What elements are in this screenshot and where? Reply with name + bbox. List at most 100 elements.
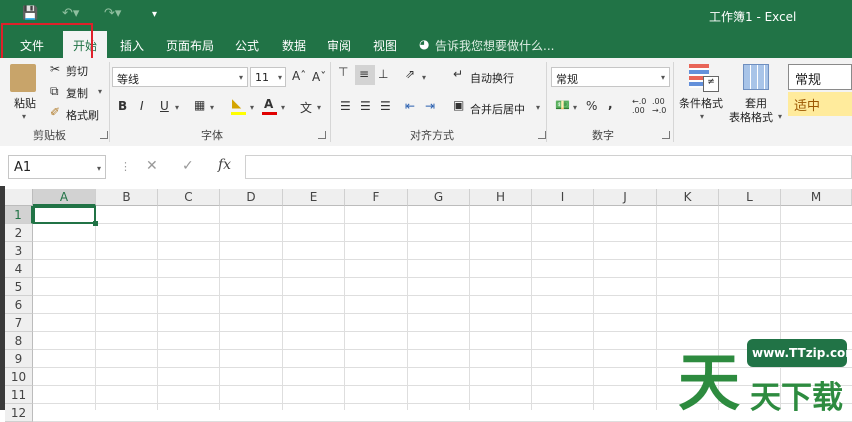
column-header[interactable]: M xyxy=(781,189,852,206)
align-middle-button[interactable]: ≡ xyxy=(355,65,375,85)
tell-me-box[interactable]: 告诉我您想要做什么... xyxy=(435,37,554,54)
tab-formulas[interactable]: 公式 xyxy=(235,37,259,54)
orientation-dropdown-icon[interactable]: ▾ xyxy=(422,73,426,82)
row-header[interactable]: 8 xyxy=(5,332,33,350)
clipboard-launcher-icon[interactable] xyxy=(100,131,108,139)
font-color-dropdown-icon[interactable]: ▾ xyxy=(281,103,285,112)
table-format-button[interactable]: 表格格式 xyxy=(729,109,773,125)
font-size-combo[interactable]: 11 ▾ xyxy=(250,67,286,87)
merge-dropdown-icon[interactable]: ▾ xyxy=(536,103,540,112)
row-header[interactable]: 4 xyxy=(5,260,33,278)
bold-button[interactable]: B xyxy=(118,99,127,113)
select-all-button[interactable] xyxy=(5,189,33,206)
increase-indent-icon[interactable]: ⇥ xyxy=(425,99,435,113)
insert-function-icon[interactable]: fx xyxy=(218,157,231,173)
row-header[interactable]: 10 xyxy=(5,368,33,386)
tab-insert[interactable]: 插入 xyxy=(120,37,144,54)
row-header[interactable]: 6 xyxy=(5,296,33,314)
undo-icon[interactable]: ↶▾ xyxy=(62,6,79,21)
align-left-icon[interactable]: ☰ xyxy=(340,99,351,113)
name-box[interactable]: A1 ▾ xyxy=(8,155,106,179)
wrap-text-button[interactable]: 自动换行 xyxy=(470,70,514,86)
row-header[interactable]: 2 xyxy=(5,224,33,242)
save-icon[interactable]: 💾 xyxy=(22,6,38,21)
row-gridline xyxy=(33,223,852,224)
row-header[interactable]: 3 xyxy=(5,242,33,260)
row-header[interactable]: 1 xyxy=(5,206,33,224)
alignment-launcher-icon[interactable] xyxy=(538,131,546,139)
row-header[interactable]: 12 xyxy=(5,404,33,422)
paste-icon[interactable] xyxy=(10,64,36,92)
active-cell[interactable] xyxy=(33,206,96,224)
column-header[interactable]: C xyxy=(158,189,220,206)
row-header[interactable]: 9 xyxy=(5,350,33,368)
column-header[interactable]: A xyxy=(33,189,96,206)
divider xyxy=(330,62,331,142)
fill-dropdown-icon[interactable]: ▾ xyxy=(250,103,254,112)
italic-button[interactable]: I xyxy=(140,99,144,113)
align-top-icon[interactable]: ⊤ xyxy=(338,65,348,79)
fill-handle[interactable] xyxy=(93,221,98,226)
align-bottom-icon[interactable]: ⊥ xyxy=(378,67,388,81)
table-dropdown-icon[interactable]: ▾ xyxy=(778,112,782,121)
currency-icon[interactable]: 💵 xyxy=(555,98,570,112)
underline-button[interactable]: U xyxy=(160,99,169,113)
decrease-decimal-icon[interactable]: .00 →.0 xyxy=(652,97,668,115)
increase-font-icon[interactable]: Aˆ xyxy=(292,69,306,83)
conditional-dropdown-icon[interactable]: ▾ xyxy=(700,112,704,121)
border-icon[interactable]: ▦ xyxy=(194,98,205,112)
pinyin-icon[interactable]: 文 xyxy=(300,99,312,116)
font-launcher-icon[interactable] xyxy=(318,131,326,139)
comma-button[interactable]: , xyxy=(608,97,613,111)
redo-icon[interactable]: ↷▾ xyxy=(104,6,121,21)
conditional-format-button[interactable]: 条件格式 xyxy=(679,95,723,111)
enter-icon[interactable]: ✓ xyxy=(182,158,194,174)
style-neutral[interactable]: 适中 xyxy=(788,92,852,116)
number-launcher-icon[interactable] xyxy=(662,131,670,139)
style-normal[interactable]: 常规 xyxy=(788,64,852,90)
number-format-combo[interactable]: 常规 ▾ xyxy=(551,67,670,87)
formula-input[interactable] xyxy=(245,155,852,179)
orientation-icon[interactable]: ⇗ xyxy=(405,67,415,81)
format-painter-button[interactable]: 格式刷 xyxy=(66,107,99,123)
row-header[interactable]: 11 xyxy=(5,386,33,404)
paste-dropdown-icon[interactable]: ▾ xyxy=(22,112,26,121)
align-right-icon[interactable]: ☰ xyxy=(380,99,391,113)
currency-dropdown-icon[interactable]: ▾ xyxy=(573,103,577,112)
column-header[interactable]: L xyxy=(719,189,781,206)
column-header[interactable]: B xyxy=(96,189,158,206)
column-header[interactable]: K xyxy=(657,189,719,206)
tab-data[interactable]: 数据 xyxy=(282,37,306,54)
cut-button[interactable]: 剪切 xyxy=(66,63,88,79)
decrease-indent-icon[interactable]: ⇤ xyxy=(405,99,415,113)
tab-page-layout[interactable]: 页面布局 xyxy=(166,37,214,54)
align-center-icon[interactable]: ☰ xyxy=(360,99,371,113)
tab-review[interactable]: 审阅 xyxy=(327,37,351,54)
paste-button[interactable]: 粘贴 xyxy=(14,95,36,111)
column-header[interactable]: F xyxy=(345,189,408,206)
font-color-icon[interactable]: A xyxy=(264,97,273,111)
column-header[interactable]: H xyxy=(470,189,532,206)
pinyin-dropdown-icon[interactable]: ▾ xyxy=(317,103,321,112)
customize-icon[interactable]: ▾ xyxy=(152,9,157,20)
font-name-combo[interactable]: 等线 ▾ xyxy=(112,67,248,87)
underline-dropdown-icon[interactable]: ▾ xyxy=(175,103,179,112)
column-header[interactable]: J xyxy=(594,189,657,206)
copy-dropdown-icon[interactable]: ▾ xyxy=(98,87,102,96)
column-header[interactable]: G xyxy=(408,189,470,206)
percent-button[interactable]: % xyxy=(586,99,597,113)
cancel-icon[interactable]: ✕ xyxy=(146,158,158,174)
row-header[interactable]: 7 xyxy=(5,314,33,332)
increase-decimal-icon[interactable]: ←.0.00 xyxy=(632,97,646,115)
column-header[interactable]: E xyxy=(283,189,345,206)
column-header[interactable]: I xyxy=(532,189,594,206)
column-header[interactable]: D xyxy=(220,189,283,206)
row-gridline xyxy=(33,313,852,314)
copy-button[interactable]: 复制 xyxy=(66,85,88,101)
fill-color-icon[interactable]: ◣ xyxy=(232,96,241,110)
row-header[interactable]: 5 xyxy=(5,278,33,296)
merge-center-button[interactable]: 合并后居中 xyxy=(470,101,525,117)
decrease-font-icon[interactable]: Aˇ xyxy=(312,70,326,84)
tab-view[interactable]: 视图 xyxy=(373,37,397,54)
border-dropdown-icon[interactable]: ▾ xyxy=(210,103,214,112)
